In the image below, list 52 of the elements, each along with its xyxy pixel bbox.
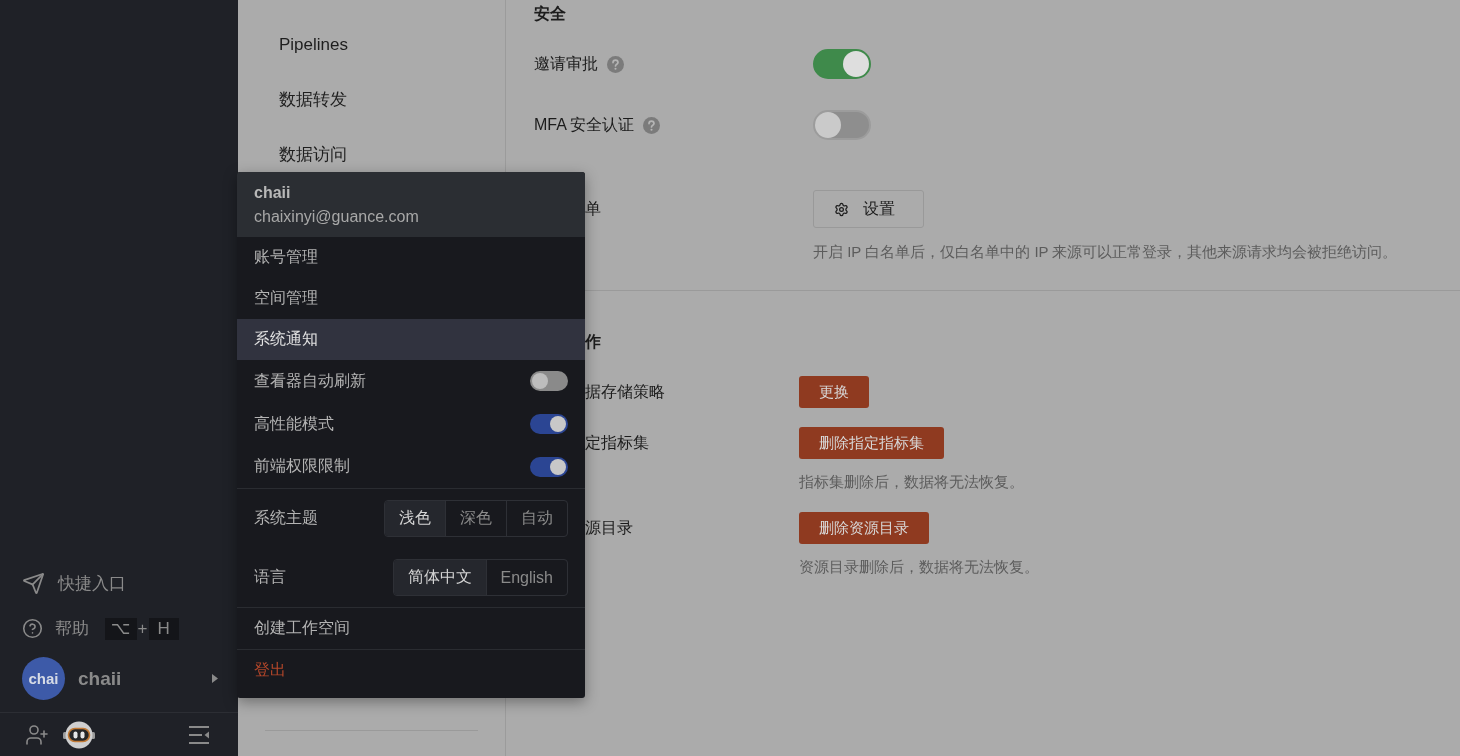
setting-label: 据存储策略	[585, 381, 665, 402]
menu-item[interactable]: 系统通知	[237, 319, 585, 360]
help-icon	[22, 618, 43, 639]
toggle-switch[interactable]	[530, 456, 568, 477]
menu-item[interactable]: 空间管理	[237, 278, 585, 319]
segment-option[interactable]: 自动	[506, 501, 567, 537]
setting-description: 指标集删除后，数据将无法恢复。	[799, 472, 1024, 492]
setting-label: 定指标集	[585, 432, 649, 453]
setting-description: 资源目录删除后，数据将无法恢复。	[799, 557, 1039, 577]
gear-icon	[834, 201, 849, 217]
setting-label: 邀请审批	[534, 53, 598, 74]
toggle-label: 前端权限限制	[254, 456, 350, 477]
caret-icon	[212, 674, 218, 683]
toggle-switch[interactable]	[530, 414, 568, 435]
segment-option[interactable]: English	[485, 560, 567, 596]
menu-user-email: chaixinyi@guance.com	[254, 207, 419, 227]
menu-user-name: chaii	[254, 183, 291, 203]
toggle-label: 查看器自动刷新	[254, 370, 366, 391]
menu-collapse-icon[interactable]	[188, 724, 210, 745]
section-title: 安全	[534, 4, 566, 24]
setting-label: 系统主题	[254, 508, 318, 529]
user-avatar[interactable]: chai	[22, 657, 65, 700]
menu-item[interactable]: 账号管理	[237, 237, 585, 278]
shortcut-link[interactable]: 快捷入口	[22, 561, 126, 606]
segment-option[interactable]: 深色	[445, 501, 506, 537]
setting-label: 单	[585, 198, 601, 219]
toggle-switch[interactable]	[813, 110, 871, 140]
add-user-icon[interactable]	[25, 722, 49, 747]
toggle-switch[interactable]	[530, 371, 568, 392]
nav-item[interactable]: 数据转发	[238, 72, 505, 127]
setting-label: MFA 安全认证	[534, 114, 635, 135]
help-link[interactable]: 帮助	[22, 606, 89, 651]
danger-button[interactable]: 删除指定指标集	[799, 427, 944, 459]
setting-label: 源目录	[585, 517, 633, 538]
segment-option[interactable]: 简体中文	[393, 560, 486, 596]
plus-sign: +	[137, 618, 148, 639]
nav-item[interactable]: Pipelines	[238, 17, 505, 72]
key-hint: H	[148, 617, 179, 640]
section-title: 作	[585, 332, 601, 352]
paper-plane-icon	[22, 572, 45, 595]
toggle-switch[interactable]	[813, 49, 871, 79]
key-hint: ⌥	[105, 617, 137, 640]
setting-label: 语言	[254, 567, 286, 588]
danger-button[interactable]: 更换	[799, 376, 869, 408]
user-name[interactable]: chaii	[78, 667, 122, 690]
segment-option[interactable]: 浅色	[385, 501, 445, 537]
settings-button[interactable]: 设置	[813, 190, 924, 228]
danger-button[interactable]: 删除资源目录	[799, 512, 929, 544]
logout-item[interactable]: 登出	[237, 650, 585, 692]
menu-item[interactable]: 创建工作空间	[237, 608, 585, 650]
setting-description: 开启 IP 白名单后，仅白名单中的 IP 来源可以正常登录，其他来源请求均会被拒绝访问。	[813, 242, 1398, 262]
toggle-label: 高性能模式	[254, 413, 334, 434]
